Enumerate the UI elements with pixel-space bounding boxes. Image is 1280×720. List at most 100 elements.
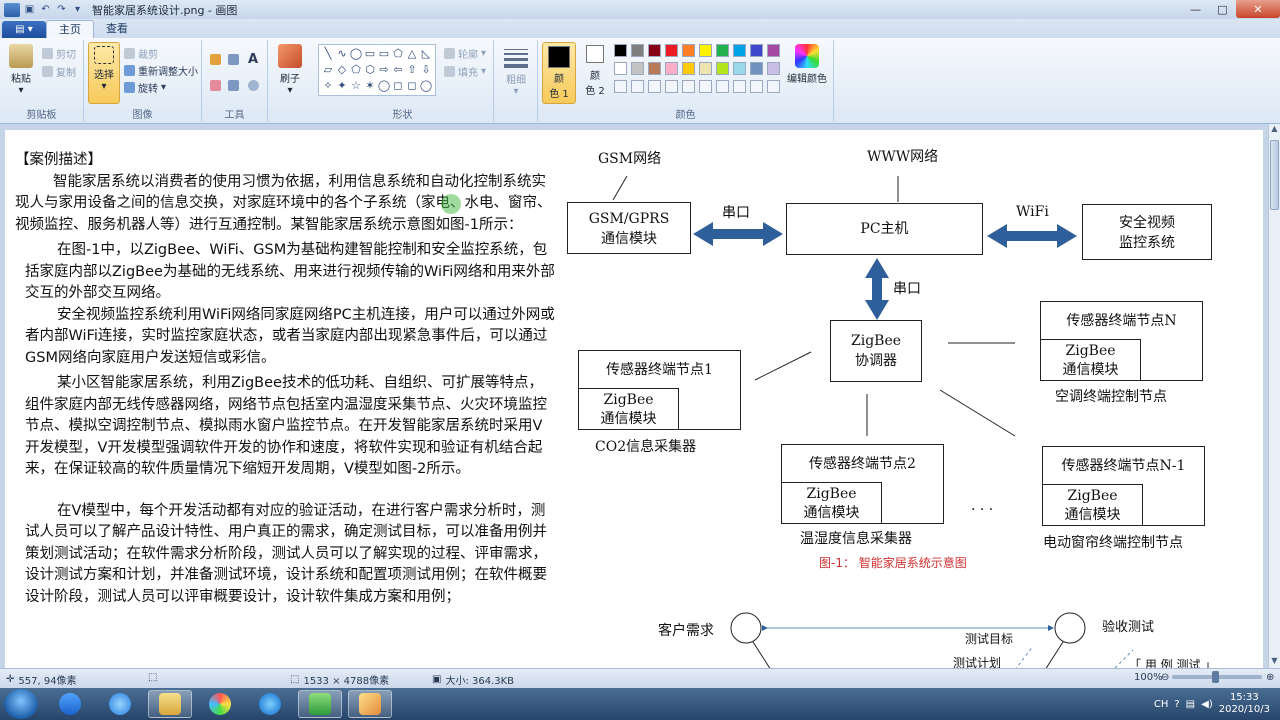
magnifier-tool[interactable] [248, 80, 259, 91]
palette-swatch[interactable] [716, 44, 729, 57]
color1-button[interactable]: 颜 色 1 [542, 42, 576, 104]
color-picker-tool[interactable] [228, 80, 239, 91]
copy-button[interactable]: 复制 [42, 64, 76, 79]
custom-color-slot[interactable] [699, 80, 712, 93]
shape-curve[interactable]: ∿ [335, 47, 349, 63]
shape-right-triangle[interactable]: ◺ [419, 47, 433, 63]
palette-swatch[interactable] [648, 44, 661, 57]
palette-swatch[interactable] [767, 62, 780, 75]
image-canvas[interactable]: 【案例描述】 智能家居系统以消费者的使用习惯为依据，利用信息系统和自动化控制系统… [5, 130, 1263, 668]
custom-color-slot[interactable] [682, 80, 695, 93]
scroll-thumb[interactable] [1270, 140, 1279, 210]
taskbar-app-colorful[interactable] [198, 690, 242, 718]
brushes-button[interactable]: 刷子 ▾ [272, 44, 308, 96]
shape-parallelogram[interactable]: ▱ [321, 63, 335, 79]
palette-swatch[interactable] [750, 44, 763, 57]
shape-callout-rect[interactable]: ◻ [391, 79, 405, 95]
shape-star4[interactable]: ✧ [321, 79, 335, 95]
palette-swatch[interactable] [665, 44, 678, 57]
resize-button[interactable]: 重新调整大小 [124, 63, 198, 78]
language-icon[interactable]: CH [1154, 699, 1169, 710]
palette-swatch[interactable] [699, 44, 712, 57]
outline-button[interactable]: 轮廓 ▾ [444, 46, 486, 61]
zoom-slider-knob[interactable] [1212, 671, 1219, 683]
palette-swatch[interactable] [733, 44, 746, 57]
taskbar-chart-app[interactable] [298, 690, 342, 718]
volume-icon[interactable]: ◀) [1201, 699, 1213, 710]
taskbar-paint[interactable] [348, 690, 392, 718]
scroll-down-icon[interactable]: ▼ [1269, 656, 1280, 668]
maximize-button[interactable]: □ [1209, 0, 1236, 18]
eraser-tool[interactable] [210, 80, 221, 91]
shape-line[interactable]: ╲ [321, 47, 335, 63]
taskbar-baidu-netdisk[interactable] [48, 690, 92, 718]
shape-callout-cloud[interactable]: ◻ [405, 79, 419, 95]
shape-pentagon[interactable]: ⬠ [349, 63, 363, 79]
select-button[interactable]: 选择 ▾ [88, 42, 120, 104]
vertical-scrollbar[interactable]: ▲ ▼ [1268, 124, 1280, 668]
zoom-in-icon[interactable]: ⊕ [1266, 672, 1274, 683]
shape-callout-round[interactable]: ◯ [377, 79, 391, 95]
shape-left-arrow[interactable]: ⇦ [391, 63, 405, 79]
color2-button[interactable]: 颜 色 2 [580, 45, 610, 97]
palette-swatch[interactable] [631, 44, 644, 57]
shape-star-outline[interactable]: ☆ [349, 79, 363, 95]
palette-swatch[interactable] [614, 44, 627, 57]
shape-right-arrow[interactable]: ⇨ [377, 63, 391, 79]
rotate-button[interactable]: 旋转 ▾ [124, 80, 166, 95]
crop-button[interactable]: 裁剪 [124, 46, 158, 61]
shape-heart[interactable]: ◯ [419, 79, 433, 95]
redo-icon[interactable]: ↷ [55, 3, 68, 16]
palette-swatch[interactable] [699, 62, 712, 75]
shape-diamond[interactable]: ◇ [335, 63, 349, 79]
custom-color-slot[interactable] [631, 80, 644, 93]
shape-hexagon[interactable]: ⬡ [363, 63, 377, 79]
shape-triangle[interactable]: △ [405, 47, 419, 63]
taskbar-explorer[interactable] [148, 690, 192, 718]
palette-swatch[interactable] [750, 62, 763, 75]
custom-color-slot[interactable] [716, 80, 729, 93]
custom-color-slot[interactable] [648, 80, 661, 93]
palette-swatch[interactable] [733, 62, 746, 75]
shape-down-arrow[interactable]: ⇩ [419, 63, 433, 79]
custom-color-slot[interactable] [733, 80, 746, 93]
custom-color-slot[interactable] [614, 80, 627, 93]
text-tool[interactable]: A [248, 52, 258, 67]
shape-rounded-rectangle[interactable]: ▭ [377, 47, 391, 63]
zoom-slider[interactable] [1172, 671, 1262, 683]
palette-swatch[interactable] [716, 62, 729, 75]
shape-star5[interactable]: ✦ [335, 79, 349, 95]
custom-color-slot[interactable] [767, 80, 780, 93]
shape-polygon[interactable]: ⬠ [391, 47, 405, 63]
taskbar-edge[interactable] [248, 690, 292, 718]
palette-swatch[interactable] [682, 62, 695, 75]
palette-swatch[interactable] [631, 62, 644, 75]
palette-swatch[interactable] [614, 62, 627, 75]
close-button[interactable]: ✕ [1236, 0, 1280, 18]
tab-view[interactable]: 查看 [94, 20, 140, 38]
start-button[interactable] [4, 689, 38, 719]
shapes-gallery[interactable]: ╲ ∿ ◯ ▭ ▭ ⬠ △ ◺ ▱ ◇ ⬠ ⬡ ⇨ ⇦ ⇧ ⇩ ✧ ✦ ☆ ✶ … [318, 44, 436, 96]
shape-star6[interactable]: ✶ [363, 79, 377, 95]
palette-swatch[interactable] [665, 62, 678, 75]
shape-rectangle[interactable]: ▭ [363, 47, 377, 63]
network-icon[interactable]: ▤ [1186, 699, 1195, 710]
scroll-up-icon[interactable]: ▲ [1269, 124, 1280, 136]
edit-colors-button[interactable]: 编辑颜色 [784, 44, 830, 85]
pencil-tool[interactable] [210, 54, 221, 65]
palette-swatch[interactable] [648, 62, 661, 75]
size-button[interactable]: 粗细 ▾ [500, 46, 532, 97]
tab-home[interactable]: 主页 [46, 20, 94, 38]
cut-button[interactable]: 剪切 [42, 46, 76, 61]
shape-up-arrow[interactable]: ⇧ [405, 63, 419, 79]
fill-button[interactable]: 填充 ▾ [444, 64, 486, 79]
palette-swatch[interactable] [767, 44, 780, 57]
fill-tool[interactable] [228, 54, 239, 65]
zoom-out-icon[interactable]: ⊖ [1161, 672, 1169, 683]
save-icon[interactable]: ▣ [23, 3, 36, 16]
undo-icon[interactable]: ↶ [39, 3, 52, 16]
clock[interactable]: 15:33 2020/10/3 [1219, 692, 1270, 716]
customize-qat-icon[interactable]: ▾ [71, 3, 84, 16]
taskbar-ie[interactable] [98, 690, 142, 718]
custom-color-slot[interactable] [750, 80, 763, 93]
